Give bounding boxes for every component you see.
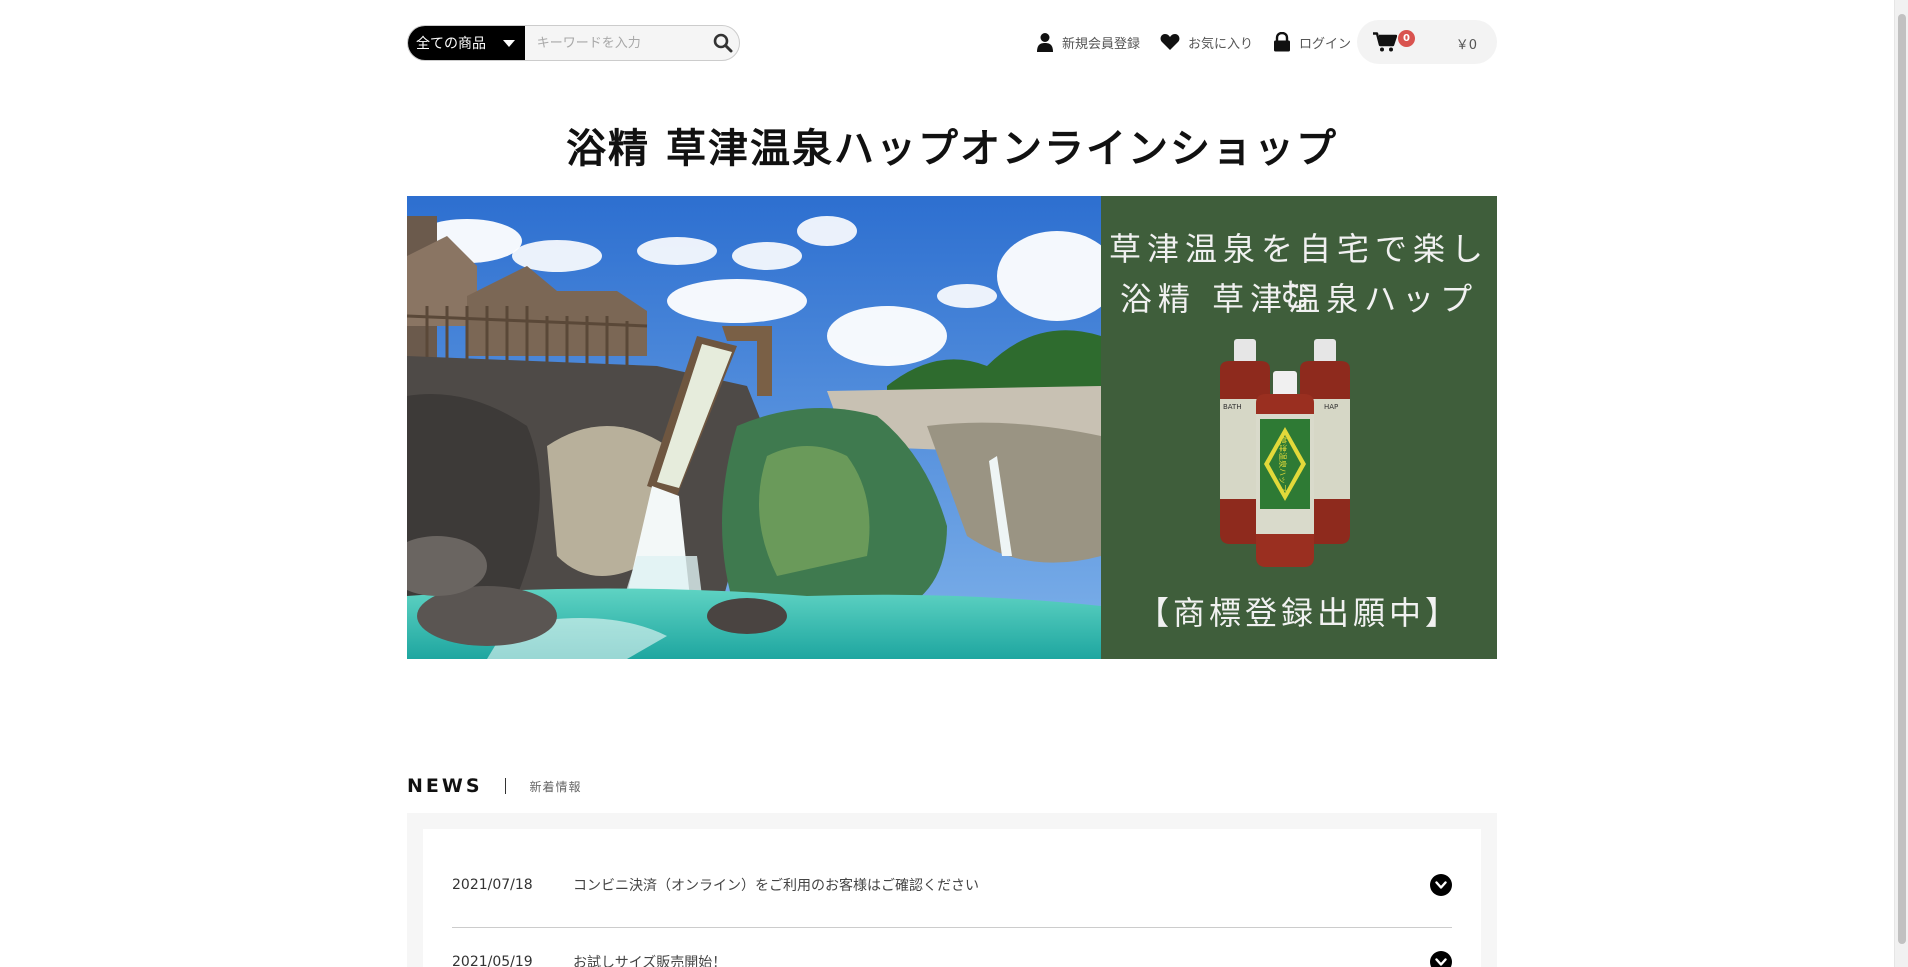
hero-banner[interactable]: 草津温泉を自宅で楽しむ 浴精 草津温泉ハップ BATH HAP 草津温泉ハップ … (407, 196, 1497, 659)
hot-spring-photo (407, 196, 1101, 659)
promo-line-3: 【商標登録出願中】 (1136, 594, 1461, 632)
cart-icon (1373, 32, 1397, 52)
login-link[interactable]: ログイン (1273, 32, 1351, 52)
category-select-label: 全ての商品 (416, 36, 486, 52)
login-label: ログイン (1298, 36, 1351, 52)
register-link[interactable]: 新規会員登録 (1036, 32, 1140, 52)
news-heading-divider (504, 778, 506, 794)
news-date: 2021/07/18 (452, 877, 533, 893)
news-list: 2021/07/18 コンビニ決済（オンライン）をご利用のお客様はご確認ください… (423, 829, 1481, 967)
cart-count-badge: 0 (1398, 30, 1415, 47)
bottle-label-left: BATH (1223, 403, 1242, 411)
favorites-label: お気に入り (1187, 36, 1253, 52)
search-icon (713, 33, 733, 53)
product-bottles-image: BATH HAP 草津温泉ハップ (1220, 339, 1350, 567)
search-button[interactable] (707, 26, 739, 60)
news-subheading: 新着情報 (529, 779, 582, 794)
expand-toggle[interactable] (1430, 874, 1452, 896)
chevron-down-icon (1435, 881, 1447, 889)
promo-line-2: 浴精 草津温泉ハップ (1119, 280, 1479, 318)
news-panel: 2021/07/18 コンビニ決済（オンライン）をご利用のお客様はご確認ください… (407, 813, 1497, 967)
bottle-brand-text: 草津温泉ハップ (1278, 436, 1288, 492)
lock-icon (1273, 32, 1290, 52)
header-nav: 新規会員登録 お気に入り ログイン 0 ￥0 (1036, 20, 1497, 64)
search-input[interactable] (524, 26, 707, 60)
news-heading: NEWS (407, 775, 483, 797)
page-title: 浴精 草津温泉ハップオンラインショップ (566, 126, 1338, 172)
search-bar: 全ての商品 (407, 25, 740, 61)
promo-panel: 草津温泉を自宅で楽しむ 浴精 草津温泉ハップ BATH HAP 草津温泉ハップ … (1101, 196, 1497, 659)
news-title[interactable]: お試しサイズ販売開始！ (573, 952, 1430, 967)
bottle-label-right: HAP (1324, 403, 1338, 411)
news-title[interactable]: コンビニ決済（オンライン）をご利用のお客様はご確認ください (573, 875, 1430, 895)
site-header: 全ての商品 新規会員登録 お気に入り (407, 20, 1497, 64)
favorites-link[interactable]: お気に入り (1160, 33, 1253, 52)
chevron-down-icon (1435, 958, 1447, 966)
news-date: 2021/05/19 (452, 954, 533, 967)
register-label: 新規会員登録 (1061, 36, 1140, 52)
expand-toggle[interactable] (1430, 951, 1452, 967)
news-item[interactable]: 2021/07/18 コンビニ決済（オンライン）をご利用のお客様はご確認ください (452, 852, 1452, 918)
user-icon (1036, 33, 1053, 52)
news-section-header: NEWS 新着情報 (407, 775, 1007, 797)
cart-total: ￥0 (1455, 38, 1477, 53)
caret-down-icon (502, 40, 515, 47)
category-select[interactable]: 全ての商品 (408, 26, 525, 60)
news-item[interactable]: 2021/05/19 お試しサイズ販売開始！ (452, 942, 1452, 967)
scrollbar-thumb[interactable] (1898, 14, 1906, 944)
news-divider (452, 927, 1452, 928)
heart-icon (1160, 34, 1180, 50)
page-scrollbar[interactable] (1894, 0, 1908, 967)
cart-button[interactable]: 0 ￥0 (1357, 20, 1497, 64)
